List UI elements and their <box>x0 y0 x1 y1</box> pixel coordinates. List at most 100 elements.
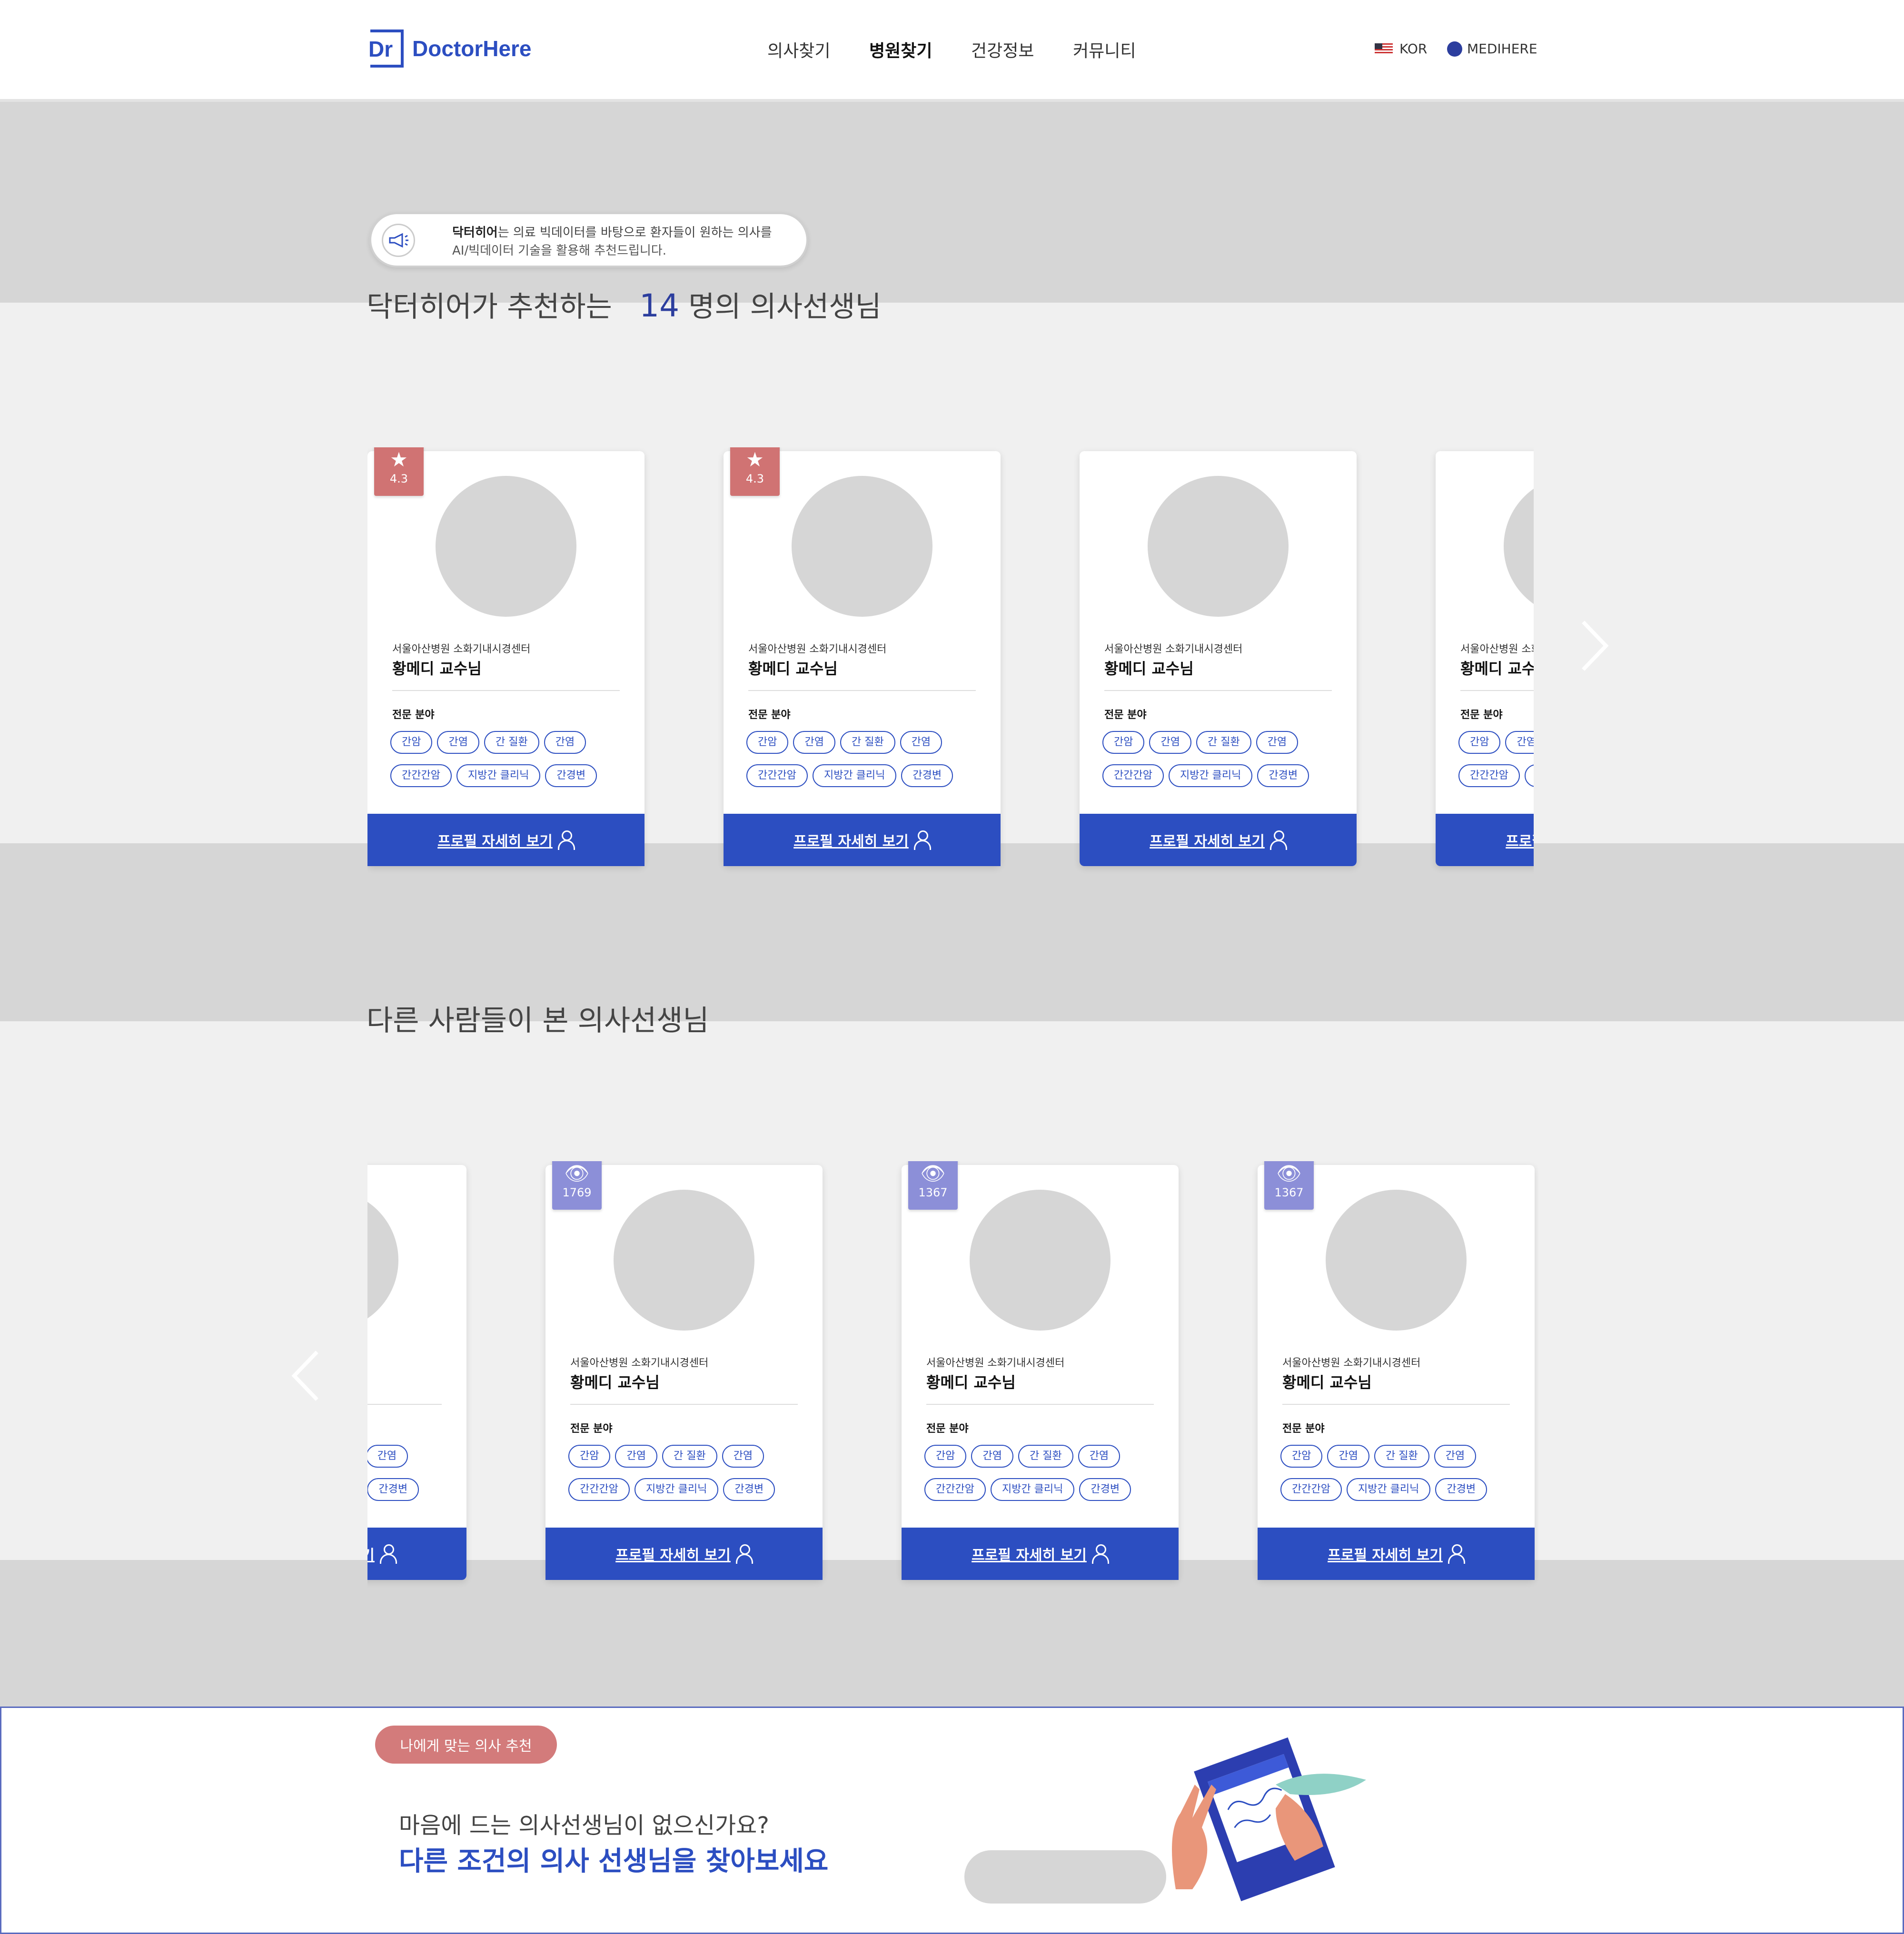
specialty-tags: 간암간염간 질환간염간간간암지방간 클리닉간경변 <box>1458 731 1534 798</box>
view-profile-button[interactable]: 프로필 자세히 보기 <box>902 1528 1179 1580</box>
specialty-tag[interactable]: 간경변 <box>1257 764 1309 787</box>
specialty-label: 전문 분야 <box>1282 1423 1325 1435</box>
specialty-tag[interactable]: 간염 <box>544 731 586 754</box>
doctor-name: 황메디 교수님 <box>392 660 482 678</box>
specialty-tag[interactable]: 간암 <box>924 1445 967 1468</box>
specialty-tag[interactable]: 간염 <box>615 1445 657 1468</box>
view-profile-button[interactable]: 프로필 자세히 보기 <box>367 814 645 866</box>
specialty-tag[interactable]: 간간간암 <box>924 1478 986 1501</box>
specialty-tag[interactable]: 간염 <box>367 1445 408 1468</box>
specialty-tag[interactable]: 간경변 <box>545 764 597 787</box>
specialty-tag[interactable]: 간간간암 <box>746 764 808 787</box>
carousel-next-arrow[interactable] <box>1578 617 1612 689</box>
recommended-doctor-card[interactable]: 서울아산병원 소화기내시경센터 황메디 교수님 전문 분야 간암간염간 질환간염… <box>1436 451 1534 866</box>
specialty-tag[interactable]: 지방간 클리닉 <box>1346 1478 1431 1501</box>
specialty-tag[interactable]: 간간간암 <box>1280 1478 1342 1501</box>
eye-icon: 👁 <box>1276 1162 1302 1185</box>
specialty-tag[interactable]: 간경변 <box>1435 1478 1488 1501</box>
specialty-tag[interactable]: 간 질환 <box>662 1445 717 1468</box>
card-divider <box>392 690 620 691</box>
specialty-tag[interactable]: 간암 <box>746 731 789 754</box>
specialty-tags: 간암간염간 질환간염간간간암지방간 클리닉간경변 <box>746 731 984 798</box>
specialty-tag[interactable]: 간경변 <box>1079 1478 1131 1501</box>
specialty-tag[interactable]: 간암 <box>390 731 433 754</box>
logo[interactable]: Dr DoctorHere <box>368 30 532 68</box>
viewed-doctor-card[interactable]: 서울아산병원 소화기내시경센터 황메디 교수님 전문 분야 간암간염간 질환간염… <box>902 1161 1179 1580</box>
recommended-doctor-card[interactable]: 서울아산병원 소화기내시경센터 황메디 교수님 전문 분야 간암간염간 질환간염… <box>367 447 645 866</box>
card-divider <box>1282 1404 1510 1405</box>
specialty-tag[interactable]: 지방간 클리닉 <box>1168 764 1253 787</box>
recommended-doctor-card[interactable]: 서울아산병원 소화기내시경센터 황메디 교수님 전문 분야 간암간염간 질환간염… <box>724 447 1001 866</box>
view-profile-label: 프로필 자세히 보기 <box>972 1547 1087 1564</box>
carousel-prev-arrow[interactable] <box>288 1347 322 1419</box>
specialty-tag[interactable]: 간간간암 <box>1458 764 1520 787</box>
specialty-tag[interactable]: 지방간 클리닉 <box>1524 764 1534 787</box>
specialty-tag[interactable]: 간간간암 <box>568 1478 630 1501</box>
view-profile-button[interactable]: 프로필 자세히 보기 <box>545 1528 823 1580</box>
doctor-name: 황메디 교수님 <box>926 1373 1016 1391</box>
viewed-doctor-card[interactable]: 서울아산병원 소화기내시경센터 황메디 교수님 전문 분야 간암간염간 질환간염… <box>1258 1161 1535 1580</box>
badge-value: 4.3 <box>389 472 408 485</box>
specialty-tag[interactable]: 간경변 <box>723 1478 775 1501</box>
specialty-tag[interactable]: 간 질환 <box>1196 731 1251 754</box>
nav-find-doctor[interactable]: 의사찾기 <box>767 37 830 62</box>
viewed-carousel: 서울아산병원 소화기내시경센터 황메디 교수님 전문 분야 간암간염간 질환간염… <box>367 1161 1538 1589</box>
specialty-tag[interactable]: 간염 <box>793 731 835 754</box>
specialty-tag[interactable]: 지방간 클리닉 <box>634 1478 719 1501</box>
notice-line-1: 닥터히어는 의료 빅데이터를 바탕으로 환자들이 원하는 의사를 <box>452 226 772 240</box>
badge-value: 1367 <box>918 1186 948 1199</box>
specialty-tag[interactable]: 간염 <box>437 731 479 754</box>
specialty-tag[interactable]: 간경변 <box>367 1478 419 1501</box>
specialty-tag[interactable]: 지방간 클리닉 <box>990 1478 1075 1501</box>
language-label: KOR <box>1399 41 1428 57</box>
view-profile-button[interactable]: 프로필 자세히 보기 <box>724 814 1001 866</box>
specialty-tag[interactable]: 간 질환 <box>840 731 895 754</box>
specialty-tag[interactable]: 간염 <box>1149 731 1191 754</box>
medihere-link[interactable]: MEDIHERE <box>1447 41 1537 57</box>
hospital-name: 서울아산병원 소화기내시경센터 <box>1104 643 1243 655</box>
specialty-tag[interactable]: 간간간암 <box>390 764 452 787</box>
card-divider <box>926 1404 1154 1405</box>
recommended-doctor-card[interactable]: 서울아산병원 소화기내시경센터 황메디 교수님 전문 분야 간암간염간 질환간염… <box>1080 451 1357 866</box>
specialty-tag[interactable]: 간염 <box>1505 731 1534 754</box>
specialty-tag[interactable]: 간 질환 <box>1018 1445 1073 1468</box>
hospital-name: 서울아산병원 소화기내시경센터 <box>748 643 887 655</box>
search-other-doctors-button[interactable] <box>964 1850 1166 1904</box>
star-icon: ★ <box>390 448 408 471</box>
recommend-for-me-button[interactable]: 나에게 맞는 의사 추천 <box>375 1726 557 1764</box>
specialty-tags: 간암간염간 질환간염간간간암지방간 클리닉간경변 <box>568 1445 806 1511</box>
hospital-name: 서울아산병원 소화기내시경센터 <box>1460 643 1534 655</box>
hospital-name: 서울아산병원 소화기내시경센터 <box>926 1357 1065 1369</box>
view-profile-button[interactable]: 프로필 자세히 보기 <box>1258 1528 1535 1580</box>
specialty-tag[interactable]: 간염 <box>971 1445 1013 1468</box>
viewed-doctor-card[interactable]: 서울아산병원 소화기내시경센터 황메디 교수님 전문 분야 간암간염간 질환간염… <box>367 1165 466 1580</box>
nav-find-hospital[interactable]: 병원찾기 <box>869 37 932 62</box>
recommendation-section <box>0 1707 1904 1934</box>
specialty-tag[interactable]: 간염 <box>1256 731 1299 754</box>
specialty-tag[interactable]: 간간간암 <box>1102 764 1164 787</box>
specialty-tag[interactable]: 간암 <box>1102 731 1145 754</box>
specialty-tag[interactable]: 지방간 클리닉 <box>812 764 897 787</box>
specialty-tag[interactable]: 간암 <box>1280 1445 1323 1468</box>
nav-community[interactable]: 커뮤니티 <box>1073 37 1136 62</box>
specialty-tag[interactable]: 간암 <box>1458 731 1501 754</box>
nav-health-info[interactable]: 건강정보 <box>971 37 1034 62</box>
specialty-tag[interactable]: 지방간 클리닉 <box>456 764 541 787</box>
header: Dr DoctorHere 의사찾기 병원찾기 건강정보 커뮤니티 KOR ME… <box>0 0 1904 102</box>
specialty-tag[interactable]: 간염 <box>900 731 942 754</box>
specialty-tag[interactable]: 간 질환 <box>1374 1445 1429 1468</box>
specialty-tag[interactable]: 간경변 <box>901 764 953 787</box>
eye-icon: 👁 <box>564 1162 590 1185</box>
view-profile-button[interactable]: 프로필 자세히 보기 <box>367 1528 466 1580</box>
view-profile-button[interactable]: 프로필 자세히 보기 <box>1436 814 1534 866</box>
viewed-doctor-card[interactable]: 서울아산병원 소화기내시경센터 황메디 교수님 전문 분야 간암간염간 질환간염… <box>545 1161 823 1580</box>
specialty-tag[interactable]: 간암 <box>568 1445 611 1468</box>
specialty-tag[interactable]: 간염 <box>1327 1445 1369 1468</box>
bottom-question: 마음에 드는 의사선생님이 없으신가요? <box>399 1812 769 1839</box>
view-profile-button[interactable]: 프로필 자세히 보기 <box>1080 814 1357 866</box>
language-selector[interactable]: KOR <box>1375 41 1427 57</box>
specialty-tag[interactable]: 간염 <box>722 1445 764 1468</box>
specialty-tag[interactable]: 간염 <box>1078 1445 1121 1468</box>
specialty-tag[interactable]: 간염 <box>1434 1445 1477 1468</box>
specialty-tag[interactable]: 간 질환 <box>484 731 539 754</box>
